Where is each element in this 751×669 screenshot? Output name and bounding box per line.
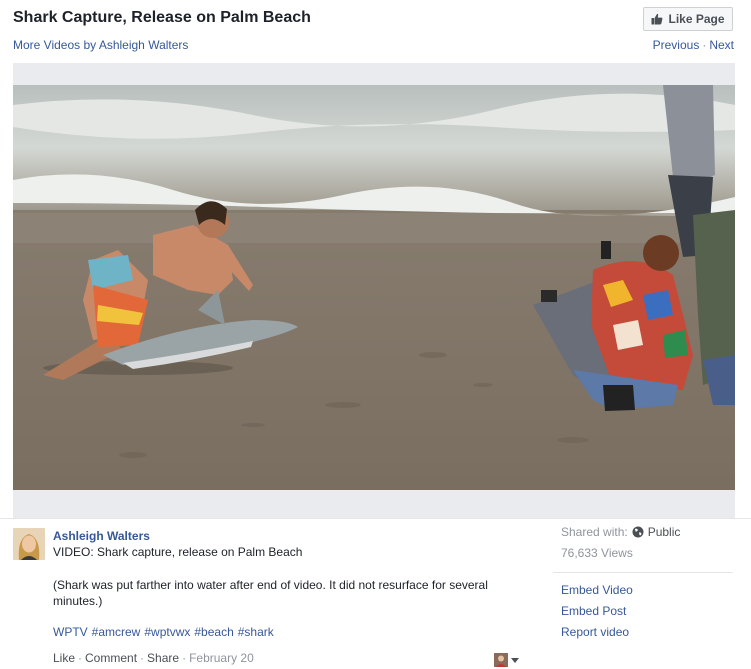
avatar-image [13, 528, 45, 560]
action-separator: · [182, 651, 187, 665]
post-actions: Like · Comment · Share · February 20 [53, 651, 254, 665]
share-link[interactable]: Share [147, 651, 179, 665]
post-caption: VIDEO: Shark capture, release on Palm Be… [53, 545, 303, 559]
previous-link[interactable]: Previous [653, 38, 700, 52]
nav-separator: · [702, 38, 707, 52]
chevron-down-icon [511, 657, 519, 663]
hashtag-link[interactable]: WPTV [53, 625, 88, 639]
like-page-label: Like Page [668, 12, 725, 26]
shared-with-label: Shared with: [561, 525, 628, 539]
hashtag-list: WPTV #amcrew #wptvwx #beach #shark [53, 625, 278, 639]
embed-post-link[interactable]: Embed Post [561, 604, 626, 618]
hashtag-link[interactable]: #amcrew [92, 625, 141, 639]
view-count: 76,633 Views [561, 546, 633, 560]
report-video-link[interactable]: Report video [561, 625, 629, 639]
page-title: Shark Capture, Release on Palm Beach [13, 9, 311, 26]
sidebar-divider [553, 572, 733, 573]
action-separator: · [140, 651, 145, 665]
post-date[interactable]: February 20 [189, 651, 254, 665]
privacy-label[interactable]: Public [648, 525, 681, 539]
user-avatar-icon [494, 653, 508, 667]
more-videos-link[interactable]: More Videos by Ashleigh Walters [13, 38, 188, 52]
like-link[interactable]: Like [53, 651, 75, 665]
next-link[interactable]: Next [709, 38, 734, 52]
shared-with: Shared with: Public [561, 525, 680, 539]
video-frame-image [13, 85, 735, 490]
post-as-selector[interactable] [494, 652, 526, 668]
action-separator: · [78, 651, 83, 665]
video-player[interactable] [13, 85, 735, 490]
video-player-frame [13, 63, 735, 518]
author-avatar[interactable] [13, 528, 45, 560]
embed-video-link[interactable]: Embed Video [561, 583, 633, 597]
like-page-button[interactable]: Like Page [643, 7, 733, 31]
comment-link[interactable]: Comment [85, 651, 137, 665]
thumbs-up-icon [651, 13, 663, 25]
globe-icon [632, 526, 644, 538]
hashtag-link[interactable]: #shark [238, 625, 274, 639]
prev-next-nav: Previous · Next [653, 38, 734, 52]
author-name-link[interactable]: Ashleigh Walters [53, 529, 150, 543]
hashtag-link[interactable]: #beach [194, 625, 233, 639]
hashtag-link[interactable]: #wptvwx [144, 625, 190, 639]
section-divider [0, 518, 751, 519]
post-note: (Shark was put farther into water after … [53, 578, 488, 608]
